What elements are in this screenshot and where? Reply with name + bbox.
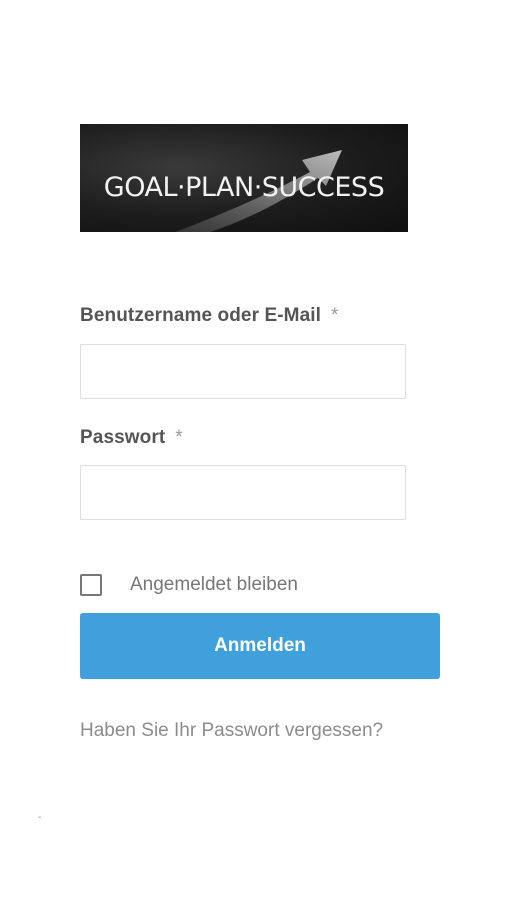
username-required-marker: * [331, 305, 339, 326]
username-label: Benutzername oder E-Mail * [80, 305, 339, 327]
username-input[interactable] [80, 344, 406, 399]
login-button[interactable]: Anmelden [80, 613, 440, 679]
password-input[interactable] [80, 465, 406, 520]
remember-me-label[interactable]: Angemeldet bleiben [130, 574, 298, 596]
username-label-text: Benutzername oder E-Mail [80, 305, 322, 326]
password-label: Passwort * [80, 427, 183, 449]
logo-text: GOAL·PLAN·SUCCESS [104, 172, 384, 203]
chalkboard-logo-graphic: GOAL·PLAN·SUCCESS [104, 150, 385, 232]
remember-me-checkbox[interactable] [80, 574, 102, 596]
password-required-marker: * [175, 427, 183, 448]
footer-mark: - [38, 812, 42, 823]
remember-me-row[interactable]: Angemeldet bleiben [80, 571, 298, 599]
forgot-password-link[interactable]: Haben Sie Ihr Passwort vergessen? [80, 720, 383, 742]
site-logo[interactable]: GOAL·PLAN·SUCCESS [80, 124, 408, 232]
password-label-text: Passwort [80, 427, 166, 448]
